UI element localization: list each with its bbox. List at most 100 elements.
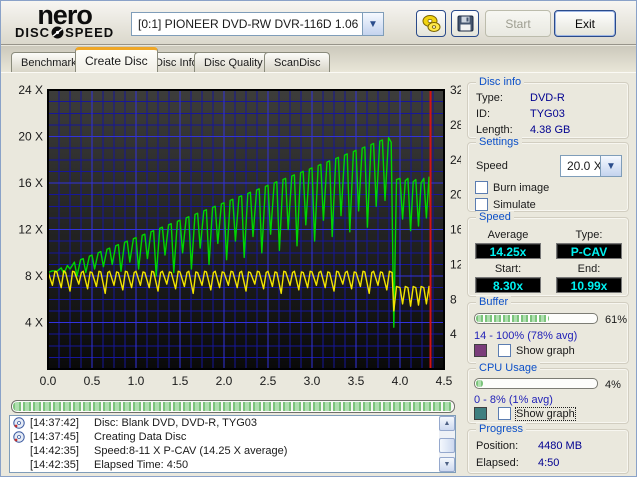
- nero-discspeed-logo: nero DISC SPEED: [15, 2, 115, 40]
- chevron-down-icon[interactable]: ▼: [362, 13, 383, 35]
- disc-length-label: Length:: [476, 124, 513, 136]
- svg-text:20: 20: [450, 188, 461, 202]
- svg-text:8 X: 8 X: [25, 269, 43, 283]
- log-time: [14:37:42]: [30, 417, 79, 429]
- svg-text:3.0: 3.0: [304, 374, 321, 388]
- start-button-label: Start: [505, 16, 531, 31]
- svg-text:8: 8: [450, 292, 457, 306]
- cpu-usage-title: CPU Usage: [476, 362, 541, 374]
- scroll-up-icon[interactable]: ▲: [439, 416, 455, 431]
- disc-icon: [51, 26, 64, 39]
- buffer-range: 14 - 100% (78% avg): [474, 330, 578, 342]
- settings-title: Settings: [476, 136, 522, 148]
- svg-text:28: 28: [450, 118, 461, 132]
- disc-icon: [13, 431, 25, 443]
- tab-create-disc[interactable]: Create Disc: [75, 47, 158, 72]
- buffer-show-graph-checkbox[interactable]: [498, 344, 511, 357]
- cpu-show-graph-checkbox[interactable]: [498, 407, 511, 420]
- speed-select-value: 20.0 X: [567, 159, 600, 173]
- log-entry: [14:37:45] Creating Data Disc: [10, 430, 455, 444]
- svg-text:1.5: 1.5: [172, 374, 189, 388]
- tab-scandisc[interactable]: ScanDisc: [264, 52, 331, 72]
- svg-text:0.0: 0.0: [40, 374, 57, 388]
- svg-text:3.5: 3.5: [348, 374, 365, 388]
- cpu-percent: 4%: [605, 379, 621, 391]
- simulate-label: Simulate: [493, 199, 536, 211]
- cpu-color-swatch: [474, 407, 487, 420]
- speed-chart-svg: 24 X 20 X 16 X 12 X 8 X 4 X 32 28 24 20 16 12 8 4 0.0 0…: [18, 83, 463, 388]
- log-entry: [14:42:35] Elapsed Time: 4:50: [10, 458, 455, 472]
- logo-text-discspeed: DISC SPEED: [15, 25, 115, 40]
- svg-text:24: 24: [450, 153, 461, 167]
- buffer-color-swatch: [474, 344, 487, 357]
- average-label: Average: [487, 229, 529, 241]
- speed-group: Speed Average Type: 14.25x P-CAV Start: …: [467, 211, 629, 297]
- svg-text:1.0: 1.0: [128, 374, 145, 388]
- disc-id-label: ID:: [476, 108, 491, 120]
- speed-chart: 24 X 20 X 16 X 12 X 8 X 4 X 32 28 24 20 16 12 8 4 0.0 0…: [9, 75, 463, 393]
- discs-icon: [422, 15, 440, 32]
- cpu-progressbar-fill: [476, 380, 484, 387]
- toolbar: nero DISC SPEED [0:1] PIONEER DVD-RW DVR…: [1, 1, 636, 45]
- discs-button[interactable]: [416, 10, 446, 37]
- elapsed-label: Elapsed:: [476, 457, 519, 469]
- disc-icon: [13, 417, 25, 429]
- chevron-down-icon[interactable]: ▼: [600, 156, 621, 176]
- simulate-checkbox[interactable]: [475, 198, 488, 211]
- log-time: [14:42:35]: [30, 445, 79, 457]
- svg-text:4.0: 4.0: [392, 374, 409, 388]
- log-time: [14:42:35]: [30, 459, 79, 471]
- buffer-percent: 61%: [605, 314, 628, 326]
- progress-group: Progress Position: 4480 MB Elapsed: 4:50: [467, 423, 629, 474]
- svg-text:4: 4: [450, 327, 457, 341]
- svg-text:12: 12: [450, 257, 461, 271]
- save-button[interactable]: [451, 10, 479, 37]
- status-log[interactable]: [14:37:42] Disc: Blank DVD, DVD-R, TYG03…: [9, 415, 456, 473]
- burn-image-label: Burn image: [493, 182, 550, 194]
- log-text: Disc: Blank DVD, DVD-R, TYG03: [94, 417, 258, 429]
- position-label: Position:: [476, 440, 519, 452]
- scroll-down-icon[interactable]: ▼: [439, 457, 455, 472]
- average-speed-display: 14.25x: [475, 243, 541, 259]
- buffer-progressbar-fill: [476, 315, 550, 322]
- tab-strip: Benchmark Create Disc Disc Info Disc Qua…: [1, 46, 636, 72]
- svg-text:2.5: 2.5: [260, 374, 277, 388]
- cpu-range: 0 - 8% (1% avg): [474, 394, 553, 406]
- log-text: Creating Data Disc: [94, 431, 187, 443]
- tab-disc-quality[interactable]: Disc Quality: [194, 52, 273, 72]
- log-entry: [14:37:42] Disc: Blank DVD, DVD-R, TYG03: [10, 416, 455, 430]
- write-progressbar-fill: [13, 402, 453, 411]
- disc-id-value: TYG03: [530, 108, 565, 120]
- exit-button-label: Exit: [574, 16, 595, 31]
- start-button[interactable]: Start: [485, 10, 551, 37]
- progress-title: Progress: [476, 423, 527, 435]
- log-scrollbar[interactable]: ▲ ▼: [439, 416, 455, 472]
- speed-type-display: P-CAV: [556, 243, 622, 259]
- svg-text:16 X: 16 X: [18, 176, 43, 190]
- svg-text:16: 16: [450, 223, 461, 237]
- cpu-usage-group: CPU Usage 4% 0 - 8% (1% avg) Show graph: [467, 362, 629, 424]
- svg-text:2.0: 2.0: [216, 374, 233, 388]
- log-text: Elapsed Time: 4:50: [94, 459, 189, 471]
- elapsed-value: 4:50: [538, 457, 560, 469]
- log-entry: [14:42:35] Speed:8-11 X P-CAV (14.25 X a…: [10, 444, 455, 458]
- disc-length-value: 4.38 GB: [530, 124, 571, 136]
- drive-selector[interactable]: [0:1] PIONEER DVD-RW DVR-116D 1.06 ▼: [131, 12, 384, 36]
- exit-button[interactable]: Exit: [554, 10, 616, 37]
- cpu-show-graph-label: Show graph: [515, 407, 576, 421]
- position-value: 4480 MB: [538, 440, 583, 452]
- scrollbar-thumb[interactable]: [439, 438, 455, 453]
- svg-text:24 X: 24 X: [18, 83, 43, 97]
- speed-select[interactable]: 20.0 X ▼: [560, 155, 622, 177]
- svg-text:4 X: 4 X: [25, 316, 43, 330]
- svg-text:4.5: 4.5: [436, 374, 453, 388]
- svg-text:20 X: 20 X: [18, 130, 43, 144]
- log-text: Speed:8-11 X P-CAV (14.25 X average): [94, 445, 288, 457]
- start-label: Start:: [494, 263, 522, 275]
- content-divider: [1, 72, 636, 73]
- start-speed-display: 8.30x: [475, 277, 541, 293]
- buffer-progressbar: [474, 313, 598, 324]
- disc-type-label: Type:: [476, 92, 503, 104]
- cpu-progressbar: [474, 378, 598, 389]
- burn-image-checkbox[interactable]: [475, 181, 488, 194]
